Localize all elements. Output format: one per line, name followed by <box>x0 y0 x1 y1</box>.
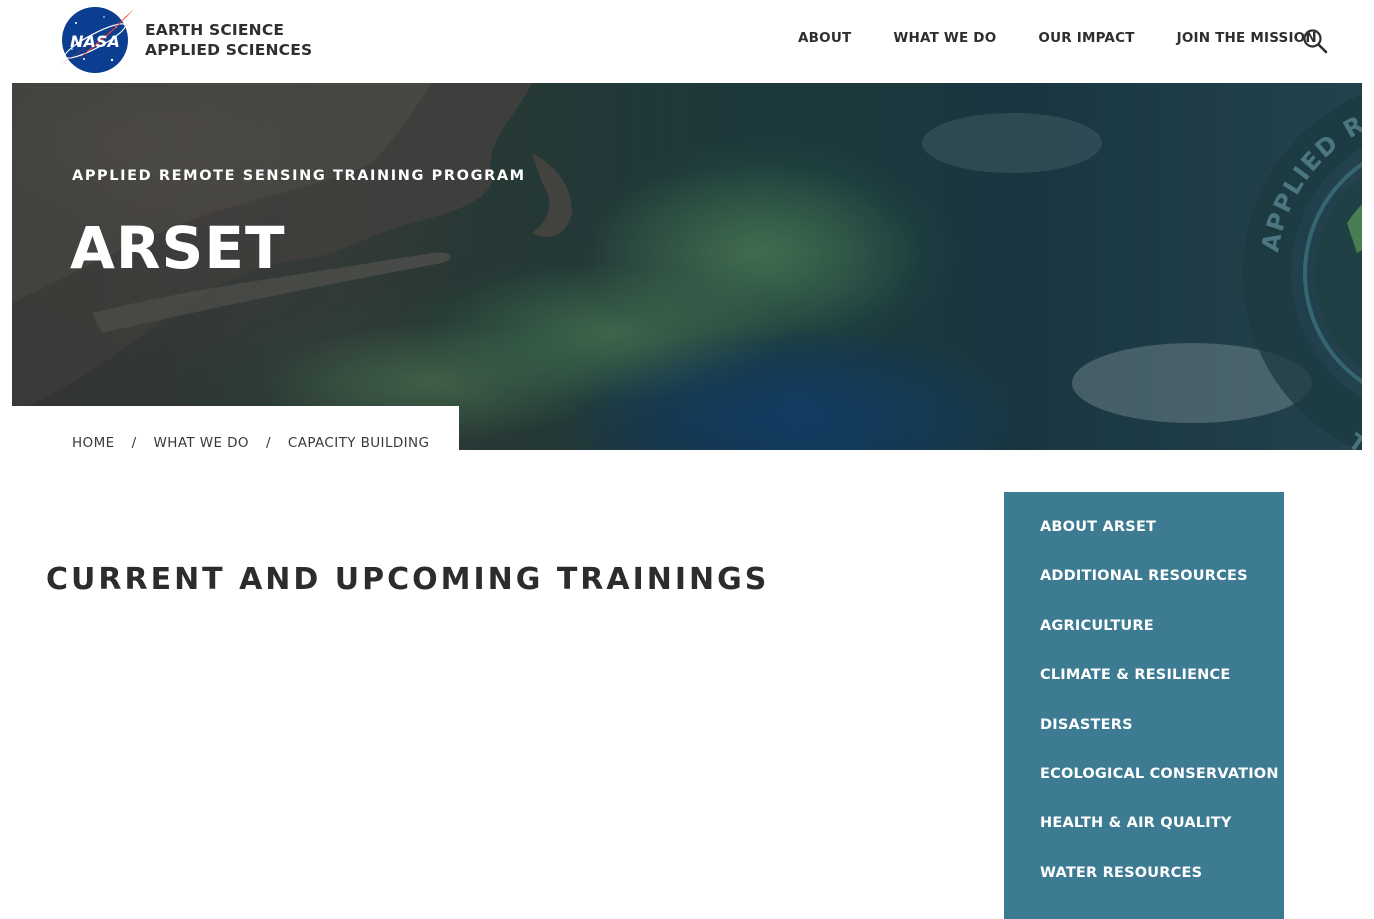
sidebar-item: DISASTERS <box>1040 714 1279 763</box>
breadcrumb-capacity-building[interactable]: CAPACITY BUILDING <box>288 435 430 451</box>
search-icon <box>1303 29 1328 54</box>
page-heading: CURRENT AND UPCOMING TRAININGS <box>46 562 770 597</box>
section-sidebar: ABOUT ARSET ADDITIONAL RESOURCES AGRICUL… <box>1004 492 1284 919</box>
breadcrumb-separator: / <box>131 435 137 451</box>
sidebar-link-health-air-quality[interactable]: HEALTH & AIR QUALITY <box>1040 815 1232 831</box>
hero-kicker: APPLIED REMOTE SENSING TRAINING PROGRAM <box>72 168 526 184</box>
sidebar-link-climate-resilience[interactable]: CLIMATE & RESILIENCE <box>1040 667 1230 683</box>
hero-title: ARSET <box>70 214 286 282</box>
sidebar-item: CLIMATE & RESILIENCE <box>1040 664 1279 713</box>
nav-join-the-mission[interactable]: JOIN THE MISSION <box>1177 30 1317 46</box>
brand-line-1: EARTH SCIENCE <box>145 21 285 39</box>
nav-what-we-do[interactable]: WHAT WE DO <box>893 30 996 46</box>
arset-badge-logo: APPLIED REMO TR <box>1243 91 1362 450</box>
breadcrumb-home[interactable]: HOME <box>72 435 115 451</box>
home-logo-link[interactable]: NASA EARTH SCIENCE APPLIED SCIENCES <box>54 5 312 75</box>
search-button[interactable] <box>1302 28 1328 54</box>
sidebar-menu: ABOUT ARSET ADDITIONAL RESOURCES AGRICUL… <box>1040 516 1279 911</box>
breadcrumb-separator: / <box>265 435 271 451</box>
sidebar-link-agriculture[interactable]: AGRICULTURE <box>1040 618 1154 634</box>
nasa-logo: NASA <box>60 7 134 73</box>
sidebar-link-additional-resources[interactable]: ADDITIONAL RESOURCES <box>1040 568 1248 584</box>
sidebar-link-water-resources[interactable]: WATER RESOURCES <box>1040 865 1202 881</box>
sidebar-item: ECOLOGICAL CONSERVATION <box>1040 763 1279 812</box>
sidebar-item: AGRICULTURE <box>1040 615 1279 664</box>
sidebar-item: HEALTH & AIR QUALITY <box>1040 812 1279 861</box>
nav-about[interactable]: ABOUT <box>798 30 851 46</box>
breadcrumb: HOME / WHAT WE DO / CAPACITY BUILDING <box>72 435 429 451</box>
sidebar-item: ADDITIONAL RESOURCES <box>1040 565 1279 614</box>
sidebar-item: ABOUT ARSET <box>1040 516 1279 565</box>
sidebar-link-about-arset[interactable]: ABOUT ARSET <box>1040 519 1156 535</box>
sidebar-item: WATER RESOURCES <box>1040 862 1279 911</box>
sidebar-link-disasters[interactable]: DISASTERS <box>1040 717 1133 733</box>
brand-text: EARTH SCIENCE APPLIED SCIENCES <box>145 20 312 60</box>
hero-banner: APPLIED REMOTE SENSING TRAINING PROGRAM … <box>12 83 1362 450</box>
sidebar-link-ecological-conservation[interactable]: ECOLOGICAL CONSERVATION <box>1040 766 1279 782</box>
breadcrumb-what-we-do[interactable]: WHAT WE DO <box>154 435 249 451</box>
brand-line-2: APPLIED SCIENCES <box>145 41 313 59</box>
site-header: NASA EARTH SCIENCE APPLIED SCIENCES ABOU… <box>0 0 1374 83</box>
nav-our-impact[interactable]: OUR IMPACT <box>1038 30 1134 46</box>
main-nav: ABOUT WHAT WE DO OUR IMPACT JOIN THE MIS… <box>798 30 1317 46</box>
svg-text:NASA: NASA <box>70 32 120 51</box>
